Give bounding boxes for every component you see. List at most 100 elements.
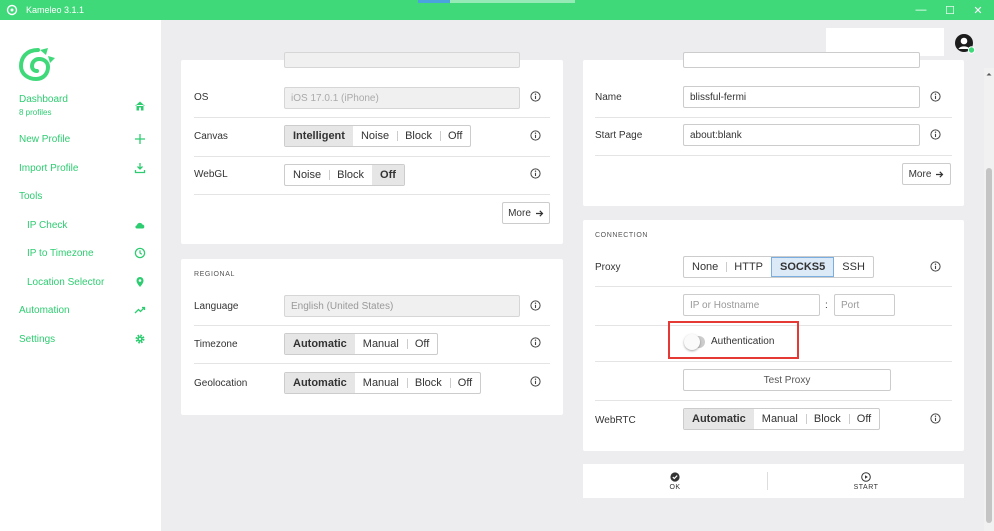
connection-card: CONNECTION Proxy None HTTP SOCKS5 SSH : … (583, 220, 964, 451)
sidebar-item-label: Dashboard (19, 94, 68, 105)
webgl-label: WebGL (194, 169, 228, 180)
canvas-option-block[interactable]: Block (397, 126, 440, 146)
webgl-option-off[interactable]: Off (372, 165, 404, 185)
webrtc-option-off[interactable]: Off (848, 409, 879, 429)
user-avatar-icon[interactable] (954, 33, 976, 55)
divider (595, 400, 952, 401)
divider (194, 156, 550, 157)
proxy-option-ssh[interactable]: SSH (834, 257, 873, 277)
host-port-separator: : (825, 300, 828, 311)
webgl-selector: Noise Block Off (284, 164, 405, 186)
info-icon[interactable] (530, 168, 541, 179)
scrollbar-thumb[interactable] (986, 168, 992, 523)
more-button-label: More (508, 207, 531, 219)
sidebar-item-label: Import Profile (19, 162, 79, 174)
timezone-option-manual[interactable]: Manual (355, 334, 407, 354)
divider (595, 286, 952, 287)
authentication-toggle[interactable] (684, 334, 705, 350)
proxy-option-socks5[interactable]: SOCKS5 (771, 257, 835, 277)
sidebar: Dashboard 8 profiles New Profile Import … (0, 20, 161, 531)
timezone-option-off[interactable]: Off (406, 334, 437, 354)
minimize-button[interactable]: — (911, 0, 931, 20)
sidebar-item-tools[interactable]: Tools (0, 184, 161, 208)
main-scrollbar[interactable] (984, 68, 994, 531)
geolocation-option-off[interactable]: Off (449, 373, 480, 393)
map-pin-icon (136, 277, 144, 287)
maximize-button[interactable]: ☐ (940, 0, 960, 20)
canvas-selector: Intelligent Noise Block Off (284, 125, 472, 147)
ok-button[interactable]: OK (583, 464, 767, 498)
sidebar-item-label: Location Selector (27, 276, 105, 288)
test-proxy-button[interactable]: Test Proxy (683, 369, 891, 391)
canvas-option-off[interactable]: Off (439, 126, 470, 146)
geolocation-option-block[interactable]: Block (406, 373, 450, 393)
info-icon[interactable] (530, 91, 541, 102)
divider (595, 155, 952, 156)
previous-field-partial (284, 52, 520, 68)
info-icon[interactable] (530, 300, 541, 311)
divider (194, 194, 550, 195)
close-button[interactable]: ✕ (968, 0, 988, 20)
language-label: Language (194, 301, 239, 312)
sidebar-item-location-selector[interactable]: Location Selector (0, 270, 161, 294)
webrtc-option-manual[interactable]: Manual (754, 409, 806, 429)
canvas-option-intelligent[interactable]: Intelligent (285, 126, 353, 146)
canvas-option-noise[interactable]: Noise (353, 126, 397, 146)
sidebar-item-label: IP to Timezone (27, 247, 94, 259)
proxy-selector: None HTTP SOCKS5 SSH (683, 256, 874, 278)
sidebar-item-label: Automation (19, 304, 70, 316)
cloud-check-icon (135, 222, 145, 229)
info-icon[interactable] (930, 261, 941, 272)
proxy-option-http[interactable]: HTTP (726, 257, 771, 277)
start-button[interactable]: START (768, 464, 964, 498)
timezone-option-automatic[interactable]: Automatic (285, 334, 355, 354)
sidebar-item-settings[interactable]: Settings (0, 327, 161, 351)
sidebar-item-ip-check[interactable]: IP Check (0, 213, 161, 237)
geolocation-label: Geolocation (194, 378, 248, 389)
sidebar-item-import-profile[interactable]: Import Profile (0, 156, 161, 180)
sidebar-item-label: Tools (19, 190, 43, 202)
ok-button-label: OK (669, 483, 681, 491)
scroll-up-icon[interactable] (984, 70, 994, 78)
general-more-button[interactable]: More (902, 163, 951, 185)
geolocation-option-automatic[interactable]: Automatic (285, 373, 355, 393)
divider (595, 117, 952, 118)
info-icon[interactable] (930, 129, 941, 140)
info-icon[interactable] (930, 413, 941, 424)
info-icon[interactable] (530, 337, 541, 348)
geolocation-option-manual[interactable]: Manual (355, 373, 407, 393)
divider (595, 361, 952, 362)
plus-icon (135, 134, 145, 144)
start-page-input[interactable] (683, 124, 920, 146)
webrtc-option-automatic[interactable]: Automatic (684, 409, 754, 429)
sidebar-item-new-profile[interactable]: New Profile (0, 127, 161, 151)
info-icon[interactable] (930, 91, 941, 102)
arrow-right-icon (535, 209, 544, 217)
sidebar-item-label: New Profile (19, 133, 71, 145)
section-title-regional: REGIONAL (194, 271, 235, 278)
sidebar-item-automation[interactable]: Automation (0, 298, 161, 322)
divider (194, 325, 550, 326)
proxy-port-input[interactable] (834, 294, 895, 316)
previous-field-partial (683, 52, 920, 68)
divider (194, 363, 550, 364)
info-icon[interactable] (530, 130, 541, 141)
footer-actions: OK START (583, 464, 964, 498)
webrtc-label: WebRTC (595, 415, 636, 426)
trending-up-icon (134, 306, 146, 314)
fingerprint-more-button[interactable]: More (502, 202, 550, 224)
webrtc-option-block[interactable]: Block (805, 409, 849, 429)
sidebar-item-ip-to-timezone[interactable]: IP to Timezone (0, 241, 161, 265)
general-card: Name Start Page More (583, 52, 964, 206)
proxy-option-none[interactable]: None (684, 257, 726, 277)
name-input[interactable] (683, 86, 920, 108)
start-button-label: START (853, 483, 879, 491)
proxy-label: Proxy (595, 262, 621, 273)
window-title: Kameleo 3.1.1 (26, 5, 85, 15)
info-icon[interactable] (530, 376, 541, 387)
webgl-option-block[interactable]: Block (329, 165, 372, 185)
regional-card: REGIONAL Language Timezone Automatic Man… (181, 259, 563, 415)
timezone-selector: Automatic Manual Off (284, 333, 439, 355)
webgl-option-noise[interactable]: Noise (285, 165, 329, 185)
proxy-host-input[interactable] (683, 294, 820, 316)
